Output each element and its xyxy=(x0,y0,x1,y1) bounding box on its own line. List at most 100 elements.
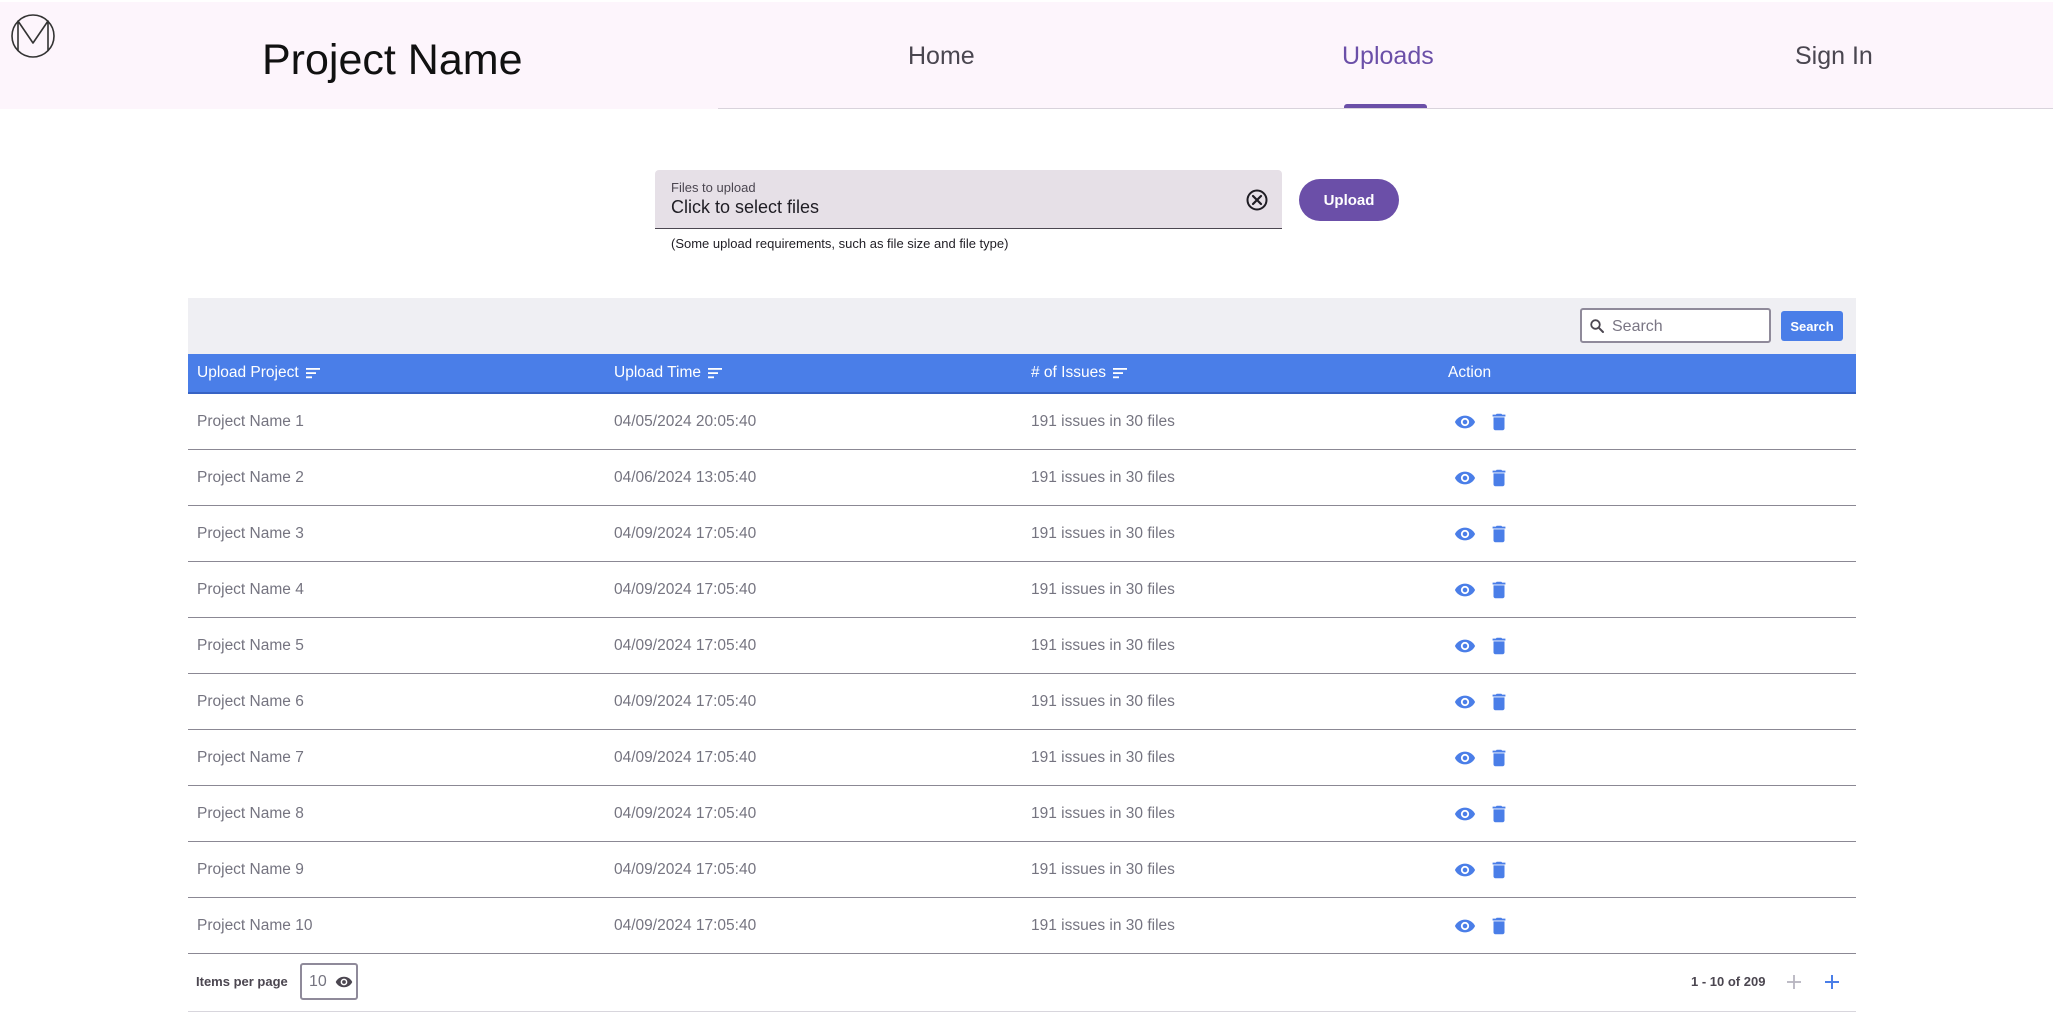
file-field-label: Files to upload xyxy=(671,180,756,195)
cell-project: Project Name 2 xyxy=(197,468,304,486)
next-page-icon[interactable] xyxy=(1820,970,1844,994)
cell-time: 04/09/2024 17:05:40 xyxy=(614,916,757,934)
cell-actions xyxy=(1439,394,1856,449)
cell-time: 04/09/2024 17:05:40 xyxy=(614,692,757,710)
table-row: Project Name 7 04/09/2024 17:05:40 191 i… xyxy=(188,730,1856,786)
table-row: Project Name 9 04/09/2024 17:05:40 191 i… xyxy=(188,842,1856,898)
column-header-upload-project[interactable]: Upload Project xyxy=(188,354,605,392)
upload-hint: (Some upload requirements, such as file … xyxy=(671,236,1009,251)
search-input[interactable] xyxy=(1610,313,1769,341)
cell-actions xyxy=(1439,786,1856,841)
table-body: Project Name 1 04/05/2024 20:05:40 191 i… xyxy=(188,394,1856,954)
trash-icon[interactable] xyxy=(1488,635,1510,657)
cell-project: Project Name 5 xyxy=(197,636,304,654)
cell-actions xyxy=(1439,506,1856,561)
upload-button[interactable]: Upload xyxy=(1299,179,1399,221)
trash-icon[interactable] xyxy=(1488,467,1510,489)
cell-actions xyxy=(1439,618,1856,673)
trash-icon[interactable] xyxy=(1488,747,1510,769)
sort-icon[interactable] xyxy=(708,367,723,379)
clear-icon[interactable] xyxy=(1245,188,1269,212)
sort-icon[interactable] xyxy=(305,367,320,379)
cell-project: Project Name 10 xyxy=(197,916,313,934)
nav-home[interactable]: Home xyxy=(908,40,975,72)
cell-issues: 191 issues in 30 files xyxy=(1031,468,1175,486)
cell-issues: 191 issues in 30 files xyxy=(1031,804,1175,822)
eye-icon[interactable] xyxy=(1454,411,1476,433)
cell-actions xyxy=(1439,674,1856,729)
nav-divider xyxy=(718,108,2053,109)
table-header: Upload Project Upload Time # of Issues A… xyxy=(188,354,1856,394)
eye-icon[interactable] xyxy=(1454,803,1476,825)
cell-issues: 191 issues in 30 files xyxy=(1031,692,1175,710)
column-header-upload-time[interactable]: Upload Time xyxy=(605,354,1022,392)
nav-sign-in[interactable]: Sign In xyxy=(1795,40,1873,72)
cell-actions xyxy=(1439,730,1856,785)
cell-issues: 191 issues in 30 files xyxy=(1031,580,1175,598)
column-header-issues[interactable]: # of Issues xyxy=(1022,354,1439,392)
table-toolbar: Search xyxy=(188,298,1856,354)
trash-icon[interactable] xyxy=(1488,579,1510,601)
items-per-page-select[interactable]: 10 xyxy=(300,963,358,1000)
file-upload-field[interactable]: Files to upload Click to select files xyxy=(655,170,1282,229)
column-header-label: Upload Time xyxy=(614,364,702,381)
cell-issues: 191 issues in 30 files xyxy=(1031,916,1175,934)
table-row: Project Name 10 04/09/2024 17:05:40 191 … xyxy=(188,898,1856,954)
file-field-value[interactable]: Click to select files xyxy=(671,197,819,218)
eye-icon[interactable] xyxy=(1454,859,1476,881)
trash-icon[interactable] xyxy=(1488,859,1510,881)
eye-icon[interactable] xyxy=(1454,635,1476,657)
cell-time: 04/09/2024 17:05:40 xyxy=(614,748,757,766)
column-header-label: # of Issues xyxy=(1031,364,1106,381)
cell-time: 04/06/2024 13:05:40 xyxy=(614,468,757,486)
cell-project: Project Name 3 xyxy=(197,524,304,542)
cell-time: 04/09/2024 17:05:40 xyxy=(614,804,757,822)
eye-icon xyxy=(335,976,353,988)
previous-page-icon[interactable] xyxy=(1782,970,1806,994)
cell-actions xyxy=(1439,562,1856,617)
cell-time: 04/09/2024 17:05:40 xyxy=(614,860,757,878)
cell-project: Project Name 4 xyxy=(197,580,304,598)
table-row: Project Name 1 04/05/2024 20:05:40 191 i… xyxy=(188,394,1856,450)
cell-actions xyxy=(1439,898,1856,953)
nav-uploads[interactable]: Uploads xyxy=(1342,40,1434,72)
cell-actions xyxy=(1439,842,1856,897)
project-title: Project Name xyxy=(262,36,523,84)
trash-icon[interactable] xyxy=(1488,411,1510,433)
cell-project: Project Name 7 xyxy=(197,748,304,766)
eye-icon[interactable] xyxy=(1454,467,1476,489)
table-row: Project Name 5 04/09/2024 17:05:40 191 i… xyxy=(188,618,1856,674)
cell-project: Project Name 8 xyxy=(197,804,304,822)
cell-time: 04/09/2024 17:05:40 xyxy=(614,636,757,654)
search-icon xyxy=(1590,319,1604,333)
search-button[interactable]: Search xyxy=(1781,311,1843,341)
cell-time: 04/09/2024 17:05:40 xyxy=(614,524,757,542)
logo-icon[interactable] xyxy=(10,13,56,59)
trash-icon[interactable] xyxy=(1488,523,1510,545)
trash-icon[interactable] xyxy=(1488,691,1510,713)
sort-icon[interactable] xyxy=(1112,367,1127,379)
cell-issues: 191 issues in 30 files xyxy=(1031,412,1175,430)
eye-icon[interactable] xyxy=(1454,691,1476,713)
eye-icon[interactable] xyxy=(1454,915,1476,937)
column-header-action: Action xyxy=(1439,354,1856,392)
cell-project: Project Name 1 xyxy=(197,412,304,430)
cell-issues: 191 issues in 30 files xyxy=(1031,636,1175,654)
cell-issues: 191 issues in 30 files xyxy=(1031,860,1175,878)
eye-icon[interactable] xyxy=(1454,747,1476,769)
table-row: Project Name 3 04/09/2024 17:05:40 191 i… xyxy=(188,506,1856,562)
table-row: Project Name 6 04/09/2024 17:05:40 191 i… xyxy=(188,674,1856,730)
cell-project: Project Name 6 xyxy=(197,692,304,710)
trash-icon[interactable] xyxy=(1488,803,1510,825)
cell-time: 04/09/2024 17:05:40 xyxy=(614,580,757,598)
cell-actions xyxy=(1439,450,1856,505)
table-row: Project Name 2 04/06/2024 13:05:40 191 i… xyxy=(188,450,1856,506)
search-box[interactable] xyxy=(1580,308,1771,343)
page-range: 1 - 10 of 209 xyxy=(1691,974,1766,989)
table-row: Project Name 8 04/09/2024 17:05:40 191 i… xyxy=(188,786,1856,842)
items-per-page-label: Items per page xyxy=(196,974,288,989)
eye-icon[interactable] xyxy=(1454,523,1476,545)
items-per-page-value: 10 xyxy=(309,973,327,990)
eye-icon[interactable] xyxy=(1454,579,1476,601)
trash-icon[interactable] xyxy=(1488,915,1510,937)
